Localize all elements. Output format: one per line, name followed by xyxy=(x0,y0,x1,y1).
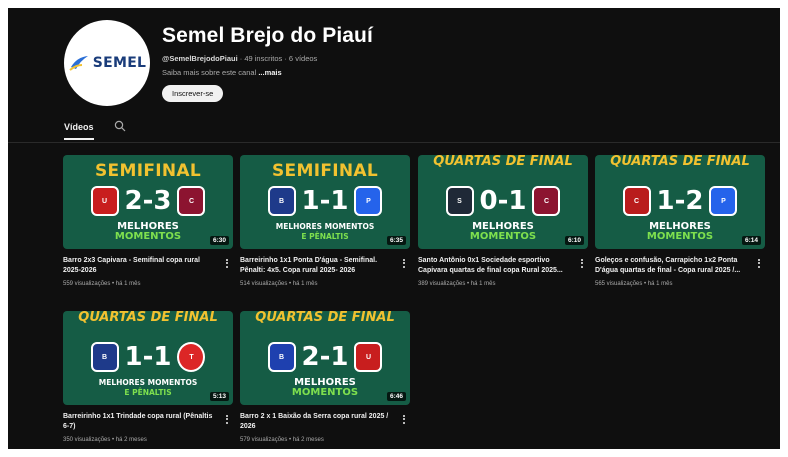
team-crest-icon: U xyxy=(90,186,119,216)
thumb-scoreline: B 1-1 T xyxy=(63,342,233,372)
more-vert-icon[interactable] xyxy=(400,257,408,271)
channel-stats: · 49 inscritos · 6 vídeos xyxy=(237,54,318,63)
video-duration: 6:10 xyxy=(564,236,584,245)
video-duration: 6:46 xyxy=(386,392,406,401)
thumb-caption-line1: MELHORES MOMENTOS xyxy=(98,378,198,387)
team-crest-icon: B xyxy=(90,342,119,372)
more-vert-icon[interactable] xyxy=(223,257,231,271)
thumb-caption: MELHORES MOMENTOS E PÊNALTIS xyxy=(63,378,233,398)
thumb-stage: QUARTAS DE FINAL xyxy=(610,155,750,169)
thumb-scoreline: U 2-3 C xyxy=(63,186,233,216)
more-vert-icon[interactable] xyxy=(400,413,408,427)
video-title[interactable]: Barreirinho 1x1 Trindade copa rural (Pên… xyxy=(63,412,218,432)
video-card[interactable]: SEMIFINAL U 2-3 C MELHORES MOMENTOS 6:30… xyxy=(63,155,233,287)
channel-header: SEMEL Semel Brejo do Piauí @SemelBrejodo… xyxy=(64,20,373,106)
thumb-caption: MELHORES MOMENTOS xyxy=(63,222,233,242)
video-title[interactable]: Barro 2x3 Capivara - Semifinal copa rura… xyxy=(63,256,218,276)
thumb-caption-line2: MOMENTOS xyxy=(291,387,359,398)
video-card[interactable]: SEMIFINAL B 1-1 P MELHORES MOMENTOS E PÊ… xyxy=(240,155,410,287)
more-vert-icon[interactable] xyxy=(578,257,586,271)
team-crest-icon: C xyxy=(177,186,206,216)
tabs-divider xyxy=(8,142,780,143)
thumb-stage: QUARTAS DE FINAL xyxy=(78,311,218,325)
video-meta: 559 visualizações • há 1 mês xyxy=(63,281,141,287)
thumb-caption-line2: MOMENTOS xyxy=(114,231,182,242)
thumb-caption: MELHORES MOMENTOS E PÊNALTIS xyxy=(240,222,410,242)
thumb-stage: QUARTAS DE FINAL xyxy=(433,155,573,169)
video-card[interactable]: QUARTAS DE FINAL S 0-1 C MELHORES MOMENT… xyxy=(418,155,588,287)
about-text: Saiba mais sobre este canal xyxy=(162,68,259,77)
channel-handle: @SemelBrejodoPiaui xyxy=(162,54,238,63)
thumb-caption-line2: MOMENTOS xyxy=(646,231,714,242)
video-title[interactable]: Barreirinho 1x1 Ponta D'água - Semifinal… xyxy=(240,256,395,276)
thumb-caption: MELHORES MOMENTOS xyxy=(595,222,765,242)
video-duration: 6:30 xyxy=(209,236,229,245)
thumb-caption: MELHORES MOMENTOS xyxy=(418,222,588,242)
video-meta: 579 visualizações • há 2 meses xyxy=(240,437,324,443)
thumb-scoreline: B 1-1 P xyxy=(240,186,410,216)
team-crest-icon: T xyxy=(177,342,206,372)
video-title[interactable]: Barro 2 x 1 Baixão da Serra copa rural 2… xyxy=(240,412,395,432)
thumb-scoreline: B 2-1 U xyxy=(240,342,410,372)
thumb-caption-line2: E PÊNALTIS xyxy=(124,388,172,397)
video-thumbnail[interactable]: QUARTAS DE FINAL B 1-1 T MELHORES MOMENT… xyxy=(63,311,233,405)
subscribe-button[interactable]: Inscrever-se xyxy=(162,85,224,102)
more-vert-icon[interactable] xyxy=(755,257,763,271)
logo-text: SEMEL xyxy=(92,55,147,71)
team-crest-icon: B xyxy=(267,342,296,372)
thumb-score: 1-1 xyxy=(124,342,172,372)
video-thumbnail[interactable]: SEMIFINAL B 1-1 P MELHORES MOMENTOS E PÊ… xyxy=(240,155,410,249)
thumb-score: 2-3 xyxy=(124,186,172,216)
video-thumbnail[interactable]: SEMIFINAL U 2-3 C MELHORES MOMENTOS 6:30 xyxy=(63,155,233,249)
thumb-stage: SEMIFINAL xyxy=(272,161,378,181)
thumb-stage: QUARTAS DE FINAL xyxy=(255,311,395,325)
video-card[interactable]: QUARTAS DE FINAL B 2-1 U MELHORES MOMENT… xyxy=(240,311,410,443)
about-more-link[interactable]: ...mais xyxy=(258,68,281,77)
video-duration: 6:35 xyxy=(386,236,406,245)
logo-swoosh-icon xyxy=(69,56,88,71)
channel-meta: @SemelBrejodoPiaui · 49 inscritos · 6 ví… xyxy=(162,54,373,63)
thumb-scoreline: S 0-1 C xyxy=(418,186,588,216)
team-crest-icon: S xyxy=(445,186,474,216)
video-duration: 5:13 xyxy=(209,392,229,401)
team-crest-icon: C xyxy=(532,186,561,216)
team-crest-icon: U xyxy=(354,342,383,372)
video-meta: 514 visualizações • há 1 mês xyxy=(240,281,318,287)
team-crest-icon: P xyxy=(354,186,383,216)
video-thumbnail[interactable]: QUARTAS DE FINAL S 0-1 C MELHORES MOMENT… xyxy=(418,155,588,249)
thumb-caption: MELHORES MOMENTOS xyxy=(240,378,410,398)
avatar[interactable]: SEMEL xyxy=(64,20,150,106)
search-icon[interactable] xyxy=(114,119,126,137)
team-crest-icon: C xyxy=(622,186,651,216)
video-card[interactable]: QUARTAS DE FINAL C 1-2 P MELHORES MOMENT… xyxy=(595,155,765,287)
channel-name: Semel Brejo do Piauí xyxy=(162,24,373,47)
more-vert-icon[interactable] xyxy=(223,413,231,427)
thumb-score: 2-1 xyxy=(301,342,349,372)
thumb-score: 1-1 xyxy=(301,186,349,216)
channel-info: Semel Brejo do Piauí @SemelBrejodoPiaui … xyxy=(162,20,373,106)
team-crest-icon: B xyxy=(267,186,296,216)
team-crest-icon: P xyxy=(709,186,738,216)
video-meta: 389 visualizações • há 1 mês xyxy=(418,281,496,287)
channel-logo: SEMEL xyxy=(68,53,147,73)
thumb-caption-line2: MOMENTOS xyxy=(469,231,537,242)
thumb-stage: SEMIFINAL xyxy=(95,161,201,181)
video-meta: 565 visualizações • há 1 mês xyxy=(595,281,673,287)
thumb-score: 1-2 xyxy=(656,186,704,216)
tab-videos[interactable]: Vídeos xyxy=(64,122,94,140)
channel-about[interactable]: Saiba mais sobre este canal ...mais xyxy=(162,68,373,77)
video-card[interactable]: QUARTAS DE FINAL B 1-1 T MELHORES MOMENT… xyxy=(63,311,233,443)
thumb-caption-line2: E PÊNALTIS xyxy=(301,232,349,241)
video-duration: 6:14 xyxy=(741,236,761,245)
video-thumbnail[interactable]: QUARTAS DE FINAL B 2-1 U MELHORES MOMENT… xyxy=(240,311,410,405)
video-title[interactable]: Goleços e confusão, Carrapicho 1x2 Ponta… xyxy=(595,256,750,276)
video-thumbnail[interactable]: QUARTAS DE FINAL C 1-2 P MELHORES MOMENT… xyxy=(595,155,765,249)
video-meta: 350 visualizações • há 2 meses xyxy=(63,437,147,443)
thumb-score: 0-1 xyxy=(479,186,527,216)
channel-page: SEMEL Semel Brejo do Piauí @SemelBrejodo… xyxy=(8,8,780,449)
thumb-scoreline: C 1-2 P xyxy=(595,186,765,216)
video-title[interactable]: Santo Antônio 0x1 Sociedade esportivo Ca… xyxy=(418,256,573,276)
thumb-caption-line1: MELHORES MOMENTOS xyxy=(275,222,375,231)
channel-tabs: Vídeos xyxy=(64,119,126,140)
